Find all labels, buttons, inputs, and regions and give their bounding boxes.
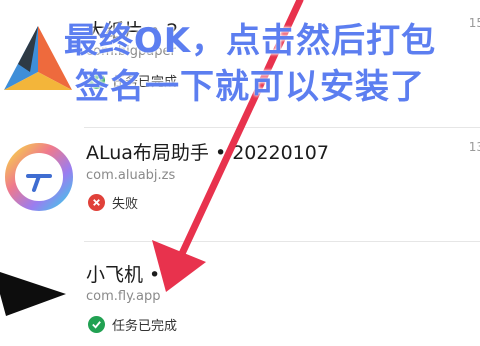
timestamp: 13 xyxy=(468,140,480,154)
annotation-caption: 最终OK，点击然后打包 签名一下就可以安装了 xyxy=(50,18,450,110)
caption-line-2: 签名一下就可以安装了 xyxy=(75,67,425,107)
app-name: ALua布局助手 • 20220107 xyxy=(86,142,329,164)
check-icon xyxy=(88,315,105,333)
paper-plane-icon xyxy=(0,272,66,316)
status-badge: 失败 xyxy=(88,192,138,212)
status-text: 任务已完成 xyxy=(112,318,178,334)
task-item-fly[interactable]: 小飞机 • 1 com.fly.app 任务已完成 xyxy=(0,242,480,346)
status-text: 失败 xyxy=(112,196,139,212)
package-name: com.fly.app xyxy=(86,289,161,304)
package-name: com.aluabj.zs xyxy=(86,168,176,183)
app-name: 小飞机 • 1 xyxy=(86,264,179,286)
error-x-icon xyxy=(88,193,105,211)
alua-ring-logo-icon xyxy=(5,143,73,211)
status-badge: 任务已完成 xyxy=(88,314,177,334)
task-item-alua[interactable]: ALua布局助手 • 20220107 com.aluabj.zs 失败 13 xyxy=(0,128,480,242)
caption-line-1: 最终OK，点击然后打包 xyxy=(63,21,437,61)
timestamp: 15 xyxy=(468,16,480,30)
